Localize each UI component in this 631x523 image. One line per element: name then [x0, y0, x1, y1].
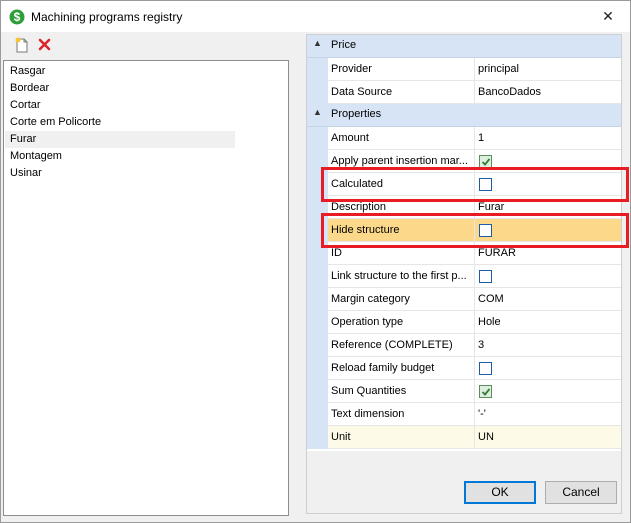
category-label: Price: [331, 39, 357, 51]
delete-x-icon[interactable]: [36, 36, 54, 54]
property-name: Sum Quantities: [331, 385, 407, 397]
property-name: Reference (COMPLETE): [331, 339, 453, 351]
column-divider: [474, 81, 475, 104]
cancel-button[interactable]: Cancel: [545, 481, 617, 504]
property-name: Link structure to the first p...: [331, 270, 467, 282]
column-divider: [474, 127, 475, 150]
property-name: Reload family budget: [331, 362, 435, 374]
property-name: Provider: [331, 63, 372, 75]
property-value[interactable]: Hole: [478, 316, 501, 328]
property-row[interactable]: Unit UN: [328, 426, 621, 449]
property-value[interactable]: 3: [478, 339, 484, 351]
column-divider: [474, 265, 475, 288]
category-label: Properties: [331, 108, 382, 120]
close-icon[interactable]: ✕: [598, 6, 618, 26]
checkbox[interactable]: [479, 270, 492, 283]
property-name: ID: [331, 247, 342, 259]
column-divider: [474, 58, 475, 81]
collapse-chevron-icon[interactable]: ▲: [313, 107, 322, 117]
property-row[interactable]: Data Source BancoDados: [328, 81, 621, 104]
property-row[interactable]: Sum Quantities: [328, 380, 621, 403]
property-value[interactable]: COM: [478, 293, 504, 305]
list-item[interactable]: Furar: [5, 131, 235, 148]
column-divider: [474, 403, 475, 426]
category-gutter: [307, 58, 328, 104]
registry-dialog: $ Machining programs registry ✕ Rasgar Bo…: [0, 0, 631, 523]
list-item[interactable]: Corte em Policorte: [5, 114, 235, 131]
category-header[interactable]: ▲ Properties: [307, 104, 621, 127]
property-name: Amount: [331, 132, 369, 144]
property-row[interactable]: Reload family budget: [328, 357, 621, 380]
property-value[interactable]: FURAR: [478, 247, 516, 259]
property-value[interactable]: Furar: [478, 201, 504, 213]
property-row[interactable]: Operation type Hole: [328, 311, 621, 334]
list-item[interactable]: Rasgar: [5, 63, 235, 80]
property-row[interactable]: Margin category COM: [328, 288, 621, 311]
column-divider: [474, 311, 475, 334]
property-name: Unit: [331, 431, 351, 443]
svg-text:$: $: [14, 10, 21, 24]
property-name: Operation type: [331, 316, 404, 328]
new-document-icon[interactable]: [13, 36, 31, 54]
title-bar: $ Machining programs registry ✕: [1, 1, 630, 32]
property-row[interactable]: Text dimension '-': [328, 403, 621, 426]
property-row[interactable]: Amount 1: [328, 127, 621, 150]
column-divider: [474, 357, 475, 380]
property-row[interactable]: Reference (COMPLETE) 3: [328, 334, 621, 357]
program-list[interactable]: Rasgar Bordear Cortar Corte em Policorte Fur…: [3, 60, 289, 516]
collapse-chevron-icon[interactable]: ▲: [313, 38, 322, 48]
property-value[interactable]: UN: [478, 431, 494, 443]
list-item[interactable]: Bordear: [5, 80, 235, 97]
property-name: Margin category: [331, 293, 410, 305]
dollar-app-icon: $: [9, 9, 25, 25]
property-value[interactable]: '-': [478, 408, 486, 420]
highlight-box-hide-structure: [321, 213, 629, 248]
property-value[interactable]: BancoDados: [478, 86, 541, 98]
checked-checkbox[interactable]: [479, 385, 492, 398]
list-item[interactable]: Cortar: [5, 97, 235, 114]
property-panel: ▲ Price Provider principal Data Source BancoD…: [306, 34, 622, 514]
property-name: Apply parent insertion mar...: [331, 155, 468, 167]
splitter[interactable]: [291, 33, 305, 519]
category-header[interactable]: ▲ Price: [307, 35, 621, 58]
column-divider: [474, 288, 475, 311]
window-title: Machining programs registry: [31, 10, 183, 24]
property-row[interactable]: Provider principal: [328, 58, 621, 81]
list-item[interactable]: Usinar: [5, 165, 235, 182]
list-item[interactable]: Montagem: [5, 148, 235, 165]
property-row[interactable]: Link structure to the first p...: [328, 265, 621, 288]
column-divider: [474, 334, 475, 357]
highlight-box-calculated: [321, 167, 629, 202]
ok-button[interactable]: OK: [464, 481, 536, 504]
column-divider: [474, 426, 475, 449]
checkbox[interactable]: [479, 362, 492, 375]
property-value[interactable]: 1: [478, 132, 484, 144]
property-name: Text dimension: [331, 408, 405, 420]
toolbar: [3, 33, 288, 57]
column-divider: [474, 380, 475, 403]
property-name: Data Source: [331, 86, 393, 98]
property-name: Description: [331, 201, 387, 213]
property-value[interactable]: principal: [478, 63, 519, 75]
